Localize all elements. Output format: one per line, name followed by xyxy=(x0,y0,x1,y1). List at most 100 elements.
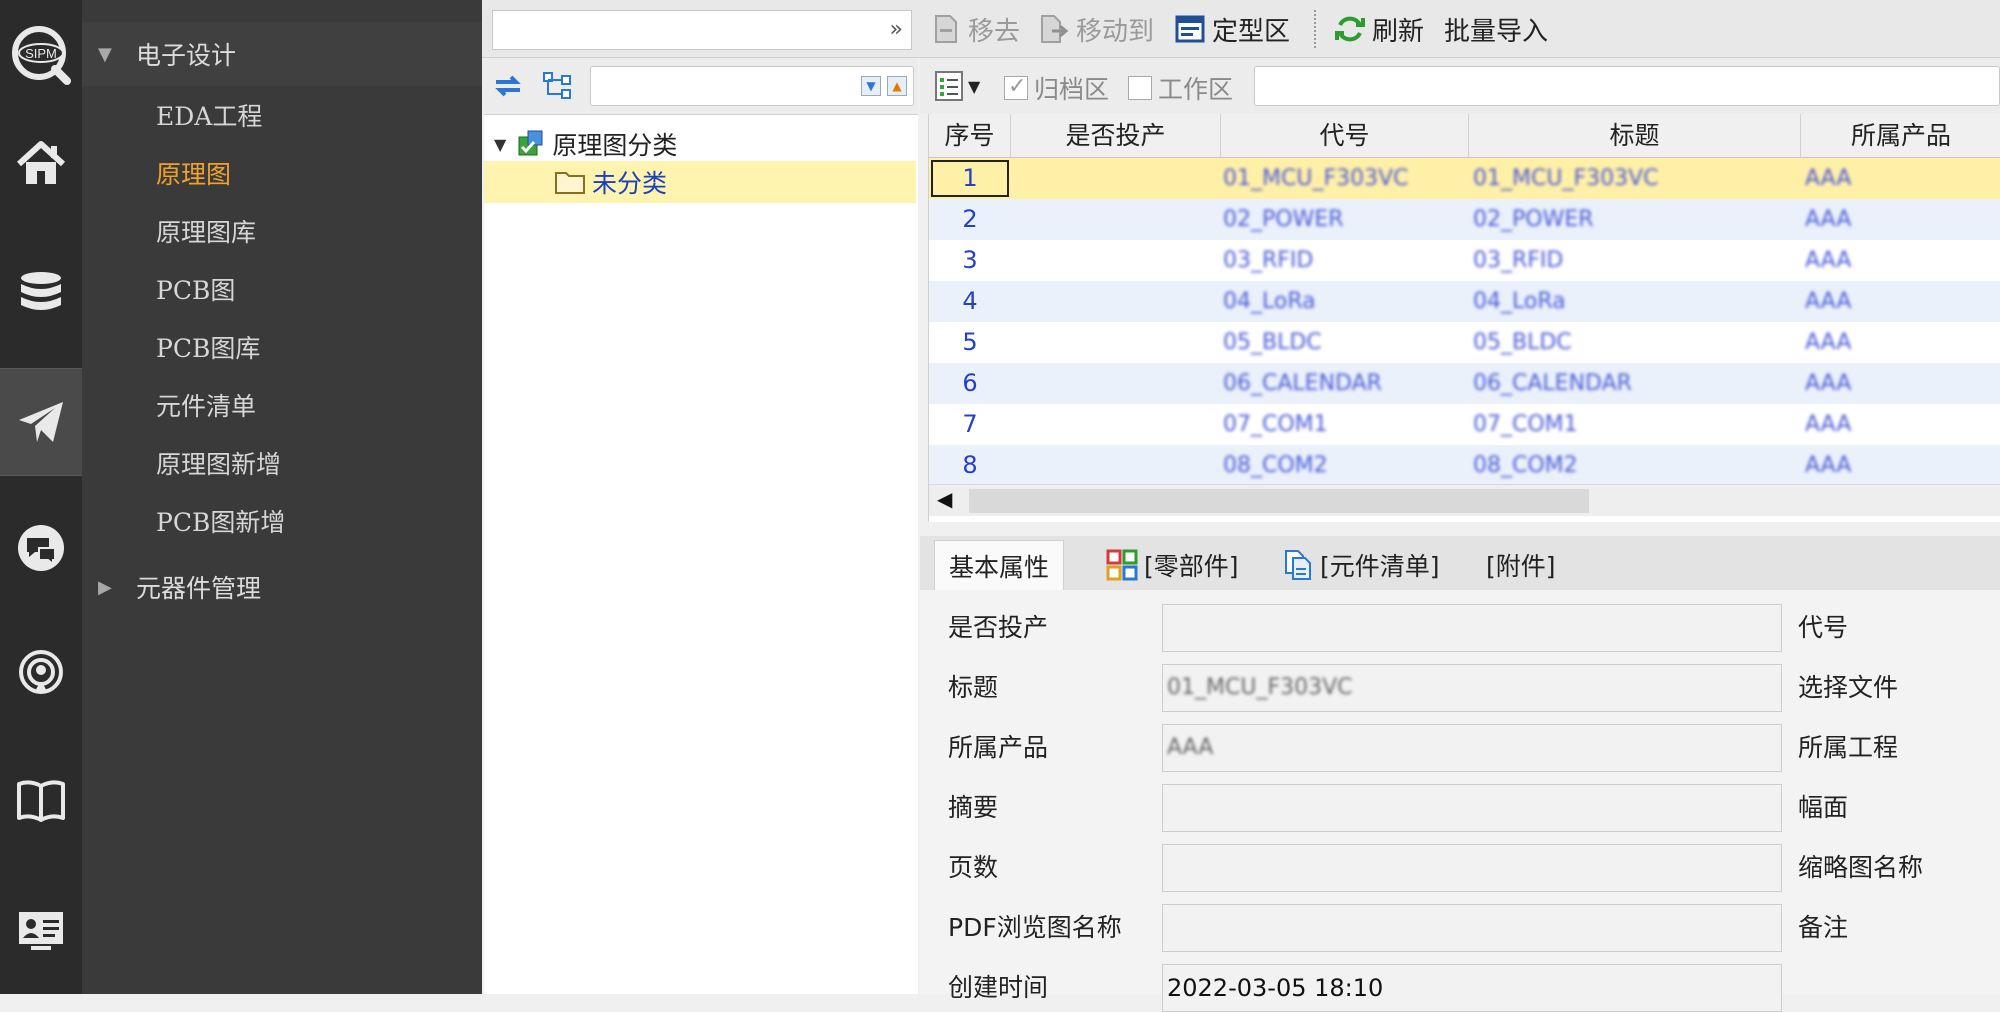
product-field[interactable]: AAA xyxy=(1162,724,1782,772)
list-view-icon xyxy=(935,71,963,101)
home-icon xyxy=(16,141,66,184)
nav-group-component-management[interactable]: ▶ 元器件管理 xyxy=(82,555,482,619)
rail-idcard-button[interactable] xyxy=(0,876,82,984)
refresh-icon xyxy=(1335,16,1365,42)
title-field[interactable]: 01_MCU_F303VC xyxy=(1162,664,1782,712)
tab-bom[interactable]: [元件清单] xyxy=(1268,540,1454,590)
tree-structure-button[interactable] xyxy=(542,70,576,106)
cell-title: 03_RFID xyxy=(1473,248,1564,273)
grid-horizontal-scrollbar[interactable]: ◀ xyxy=(929,484,2000,516)
grid-filter-input[interactable] xyxy=(1254,66,2000,106)
column-header-seq[interactable]: 序号 xyxy=(929,114,1011,158)
cell-product: AAA xyxy=(1805,330,1852,355)
column-header-produced[interactable]: 是否投产 xyxy=(1011,114,1221,158)
tab-basic-properties[interactable]: 基本属性 xyxy=(934,540,1065,590)
table-row[interactable]: 1 01_MCU_F303VC 01_MCU_F303VC AAA xyxy=(929,158,2000,199)
table-row[interactable]: 3 03_RFID 03_RFID AAA xyxy=(929,240,2000,281)
table-row[interactable]: 8 08_COM2 08_COM2 AAA xyxy=(929,445,2000,486)
view-menu-button[interactable]: ▼ xyxy=(934,70,980,102)
workspace-checkbox[interactable]: 工作区 xyxy=(1128,70,1233,106)
cell-produced xyxy=(1021,199,1221,240)
pdf-preview-name-field[interactable] xyxy=(1162,904,1782,952)
page-count-field[interactable] xyxy=(1162,844,1782,892)
cell-produced xyxy=(1021,240,1221,281)
tree-node-label: 原理图分类 xyxy=(552,131,678,160)
table-row[interactable]: 2 02_POWER 02_POWER AAA xyxy=(929,199,2000,240)
sync-button[interactable] xyxy=(492,70,524,106)
sipm-logo[interactable]: SIPM xyxy=(0,0,82,110)
nav-item-schematic-new[interactable]: 原理图新增 xyxy=(156,440,281,490)
label-produced: 是否投产 xyxy=(948,613,1049,642)
move-out-button[interactable]: 移去 xyxy=(930,8,1020,50)
scroll-left-icon[interactable]: ◀ xyxy=(937,487,952,511)
rail-podcast-button[interactable] xyxy=(0,620,82,728)
cell-produced xyxy=(1021,322,1221,363)
move-to-button[interactable]: 移动到 xyxy=(1038,8,1154,50)
tree-search-input[interactable]: ▼ ▲ xyxy=(590,66,914,106)
book-icon xyxy=(17,780,65,822)
sipm-logo-icon: SIPM xyxy=(12,26,71,85)
nav-item-schematic-library[interactable]: 原理图库 xyxy=(156,208,256,258)
nav-item-bom[interactable]: 元件清单 xyxy=(156,382,256,432)
rail-book-button[interactable] xyxy=(0,746,82,854)
tab-parts[interactable]: [零部件] xyxy=(1092,540,1253,590)
nav-item-schematic[interactable]: 原理图 xyxy=(156,150,231,200)
cell-code: 08_COM2 xyxy=(1223,453,1328,478)
cell-seq: 2 xyxy=(962,205,978,233)
archive-label: 归档区 xyxy=(1034,75,1110,104)
scrollbar-thumb[interactable] xyxy=(969,489,1589,513)
tab-attachments[interactable]: [附件] xyxy=(1472,540,1570,590)
nav-group-electronic-design[interactable]: ▼ 电子设计 xyxy=(82,22,482,86)
triangle-right-icon: ▶ xyxy=(98,576,112,598)
database-icon xyxy=(21,272,61,310)
workspace-label: 工作区 xyxy=(1158,75,1234,104)
sync-icon xyxy=(495,75,521,97)
cell-code: 02_POWER xyxy=(1223,207,1344,232)
nav-item-pcb-new[interactable]: PCB图新增 xyxy=(156,498,285,548)
refresh-button[interactable]: 刷新 xyxy=(1334,8,1424,50)
svg-text:SIPM: SIPM xyxy=(25,46,57,61)
produced-field[interactable] xyxy=(1162,604,1782,652)
archive-checkbox[interactable]: 归档区 xyxy=(1004,70,1109,106)
label-project: 所属工程 xyxy=(1798,733,1899,762)
column-header-title[interactable]: 标题 xyxy=(1469,114,1801,158)
summary-field[interactable] xyxy=(1162,784,1782,832)
rail-chat-button[interactable] xyxy=(0,494,82,602)
cell-code: 07_COM1 xyxy=(1223,412,1328,437)
table-row[interactable]: 4 04_LoRa 04_LoRa AAA xyxy=(929,281,2000,322)
finalize-zone-button[interactable]: 定型区 xyxy=(1174,8,1290,50)
column-header-product[interactable]: 所属产品 xyxy=(1801,114,2000,158)
table-row[interactable]: 5 05_BLDC 05_BLDC AAA xyxy=(929,322,2000,363)
tree-node-uncategorized[interactable]: 未分类 xyxy=(484,161,916,203)
cell-seq: 1 xyxy=(962,164,978,192)
rail-home-button[interactable] xyxy=(0,110,82,218)
cell-title: 04_LoRa xyxy=(1473,289,1566,314)
rail-database-button[interactable] xyxy=(0,240,82,348)
cell-title: 01_MCU_F303VC xyxy=(1473,166,1659,191)
arrow-down-icon[interactable]: ▼ xyxy=(861,76,881,96)
folder-icon xyxy=(555,172,585,194)
cell-seq: 7 xyxy=(962,410,978,438)
created-time-field[interactable]: 2022-03-05 18:10 xyxy=(1162,964,1782,1012)
arrow-up-icon[interactable]: ▲ xyxy=(887,76,907,96)
nav-item-pcb[interactable]: PCB图 xyxy=(156,266,235,316)
table-row[interactable]: 7 07_COM1 07_COM1 AAA xyxy=(929,404,2000,445)
label-title: 标题 xyxy=(948,673,999,702)
column-header-code[interactable]: 代号 xyxy=(1221,114,1469,158)
batch-import-button[interactable]: 批量导入 xyxy=(1444,8,1548,50)
label-summary: 摘要 xyxy=(948,793,999,822)
nav-item-pcb-library[interactable]: PCB图库 xyxy=(156,324,260,374)
cell-product: AAA xyxy=(1805,412,1852,437)
cell-product: AAA xyxy=(1805,207,1852,232)
schematic-grid: 序号 是否投产 代号 标题 所属产品 1 01_MCU_F303VC 01_MC… xyxy=(928,114,2000,522)
table-row[interactable]: 6 06_CALENDAR 06_CALENDAR AAA xyxy=(929,363,2000,404)
cell-code: 04_LoRa xyxy=(1223,289,1316,314)
category-combobox[interactable]: » xyxy=(492,10,912,50)
toolbar-separator xyxy=(1314,10,1316,48)
rail-design-button[interactable] xyxy=(0,368,82,476)
tree-node-label: 未分类 xyxy=(592,169,668,198)
tree-node-schematic-category[interactable]: ▼ 原理图分类 xyxy=(494,123,677,165)
nav-item-eda-project[interactable]: EDA工程 xyxy=(156,92,262,142)
cell-code: 05_BLDC xyxy=(1223,330,1322,355)
grid-toolbar: ▼ 归档区 工作区 xyxy=(920,58,2000,114)
